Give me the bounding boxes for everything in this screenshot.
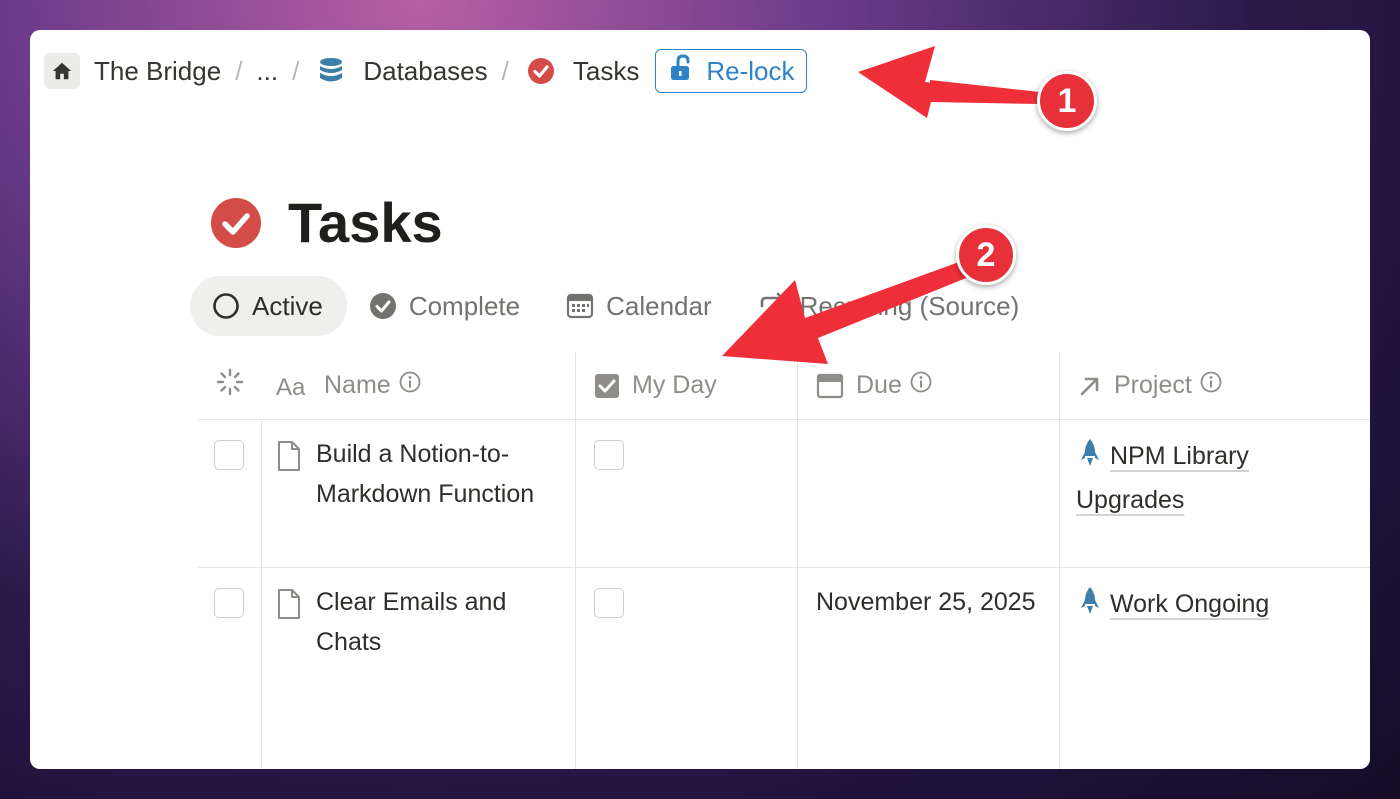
page-document-icon [276, 588, 302, 769]
view-tabs: Active Complete Calendar Recurring (Sour… [190, 276, 1043, 336]
task-name[interactable]: Clear Emails and Chats [316, 582, 565, 769]
my-day-checkbox[interactable] [594, 440, 624, 470]
project-link[interactable]: Work Ongoing [1110, 590, 1269, 618]
rocket-icon [1080, 438, 1100, 480]
checkbox-property-icon [594, 373, 620, 399]
tab-complete[interactable]: Complete [347, 276, 544, 336]
tab-active[interactable]: Active [190, 276, 347, 336]
project-link[interactable]: NPM Library Upgrades [1076, 442, 1249, 514]
column-header-due[interactable]: Due [798, 352, 1060, 419]
breadcrumb-databases-label: Databases [363, 55, 488, 86]
my-day-checkbox[interactable] [594, 588, 624, 618]
calendar-icon [566, 292, 594, 320]
breadcrumb-home[interactable]: The Bridge [44, 53, 221, 89]
tab-label: Complete [408, 290, 521, 321]
row-select-checkbox[interactable] [214, 440, 244, 470]
app-window: The Bridge / ... / Databases / Tasks Re-… [30, 30, 1370, 769]
row-select-checkbox[interactable] [214, 588, 244, 618]
repeat-icon [758, 292, 788, 320]
breadcrumb-tasks-label: Tasks [572, 55, 640, 86]
row-select-cell [198, 420, 262, 567]
home-icon [44, 53, 80, 89]
tab-label: Calendar [606, 290, 712, 321]
page-header: Tasks [210, 190, 443, 255]
column-header-name[interactable]: Aa Name [262, 352, 576, 419]
project-cell[interactable]: NPM Library Upgrades [1060, 420, 1370, 567]
my-day-cell [576, 568, 798, 769]
breadcrumb-tasks[interactable]: Tasks [523, 53, 639, 89]
breadcrumb: The Bridge / ... / Databases / Tasks Re-… [44, 49, 808, 93]
project-cell[interactable]: Work Ongoing [1060, 568, 1370, 769]
rocket-icon [1080, 586, 1100, 628]
tab-label: Active [252, 290, 323, 321]
name-cell[interactable]: Build a Notion-to-Markdown Function [262, 420, 576, 567]
breadcrumb-home-label: The Bridge [94, 55, 222, 86]
table-header: Aa Name My Day Due Project [198, 352, 1370, 420]
breadcrumb-separator: / [501, 55, 509, 86]
loading-spinner-icon [216, 368, 244, 403]
tasks-table: Aa Name My Day Due Project Build a Notio… [198, 352, 1370, 769]
column-header-project[interactable]: Project [1060, 352, 1370, 419]
breadcrumb-ellipsis-label: ... [256, 55, 279, 86]
breadcrumb-databases[interactable]: Databases [313, 53, 488, 89]
column-header-label: My Day [632, 371, 717, 399]
page-title: Tasks [288, 191, 443, 254]
relock-label: Re-lock [706, 55, 795, 86]
svg-text:Aa: Aa [276, 374, 306, 398]
calendar-icon [816, 372, 844, 400]
name-cell[interactable]: Clear Emails and Chats [262, 568, 576, 769]
due-cell[interactable] [798, 420, 1060, 567]
info-icon[interactable] [910, 371, 932, 400]
task-name[interactable]: Build a Notion-to-Markdown Function [316, 434, 565, 567]
tab-label: Recurring (Source) [799, 290, 1020, 321]
info-icon[interactable] [1200, 371, 1222, 400]
annotation-badge-1: 1 [1037, 71, 1097, 131]
page-document-icon [276, 440, 302, 567]
table-row[interactable]: Clear Emails and Chats November 25, 2025… [198, 568, 1370, 769]
annotation-badge-2: 2 [956, 225, 1016, 285]
unlock-icon [668, 53, 696, 90]
text-property-icon: Aa [276, 374, 312, 398]
relation-arrow-icon [1078, 374, 1102, 398]
database-icon [313, 53, 349, 89]
column-header-label: Name [324, 371, 391, 399]
row-select-cell [198, 568, 262, 769]
breadcrumb-separator: / [235, 55, 243, 86]
info-icon[interactable] [399, 371, 421, 400]
check-circle-icon [210, 197, 262, 249]
breadcrumb-ellipsis[interactable]: ... [256, 56, 278, 87]
column-header-my-day[interactable]: My Day [576, 352, 798, 419]
table-row[interactable]: Build a Notion-to-Markdown Function NPM … [198, 420, 1370, 568]
relock-button[interactable]: Re-lock [655, 49, 808, 93]
circle-outline-icon [212, 292, 240, 320]
column-header-label: Due [856, 371, 902, 399]
check-circle-icon [369, 292, 397, 320]
due-cell[interactable]: November 25, 2025 [798, 568, 1060, 769]
due-date: November 25, 2025 [816, 588, 1036, 616]
check-circle-icon [523, 53, 559, 89]
select-all-header[interactable] [198, 352, 262, 419]
breadcrumb-separator: / [292, 55, 300, 86]
tab-calendar[interactable]: Calendar [544, 276, 736, 336]
my-day-cell [576, 420, 798, 567]
column-header-label: Project [1114, 371, 1192, 399]
tab-recurring-source[interactable]: Recurring (Source) [736, 276, 1044, 336]
